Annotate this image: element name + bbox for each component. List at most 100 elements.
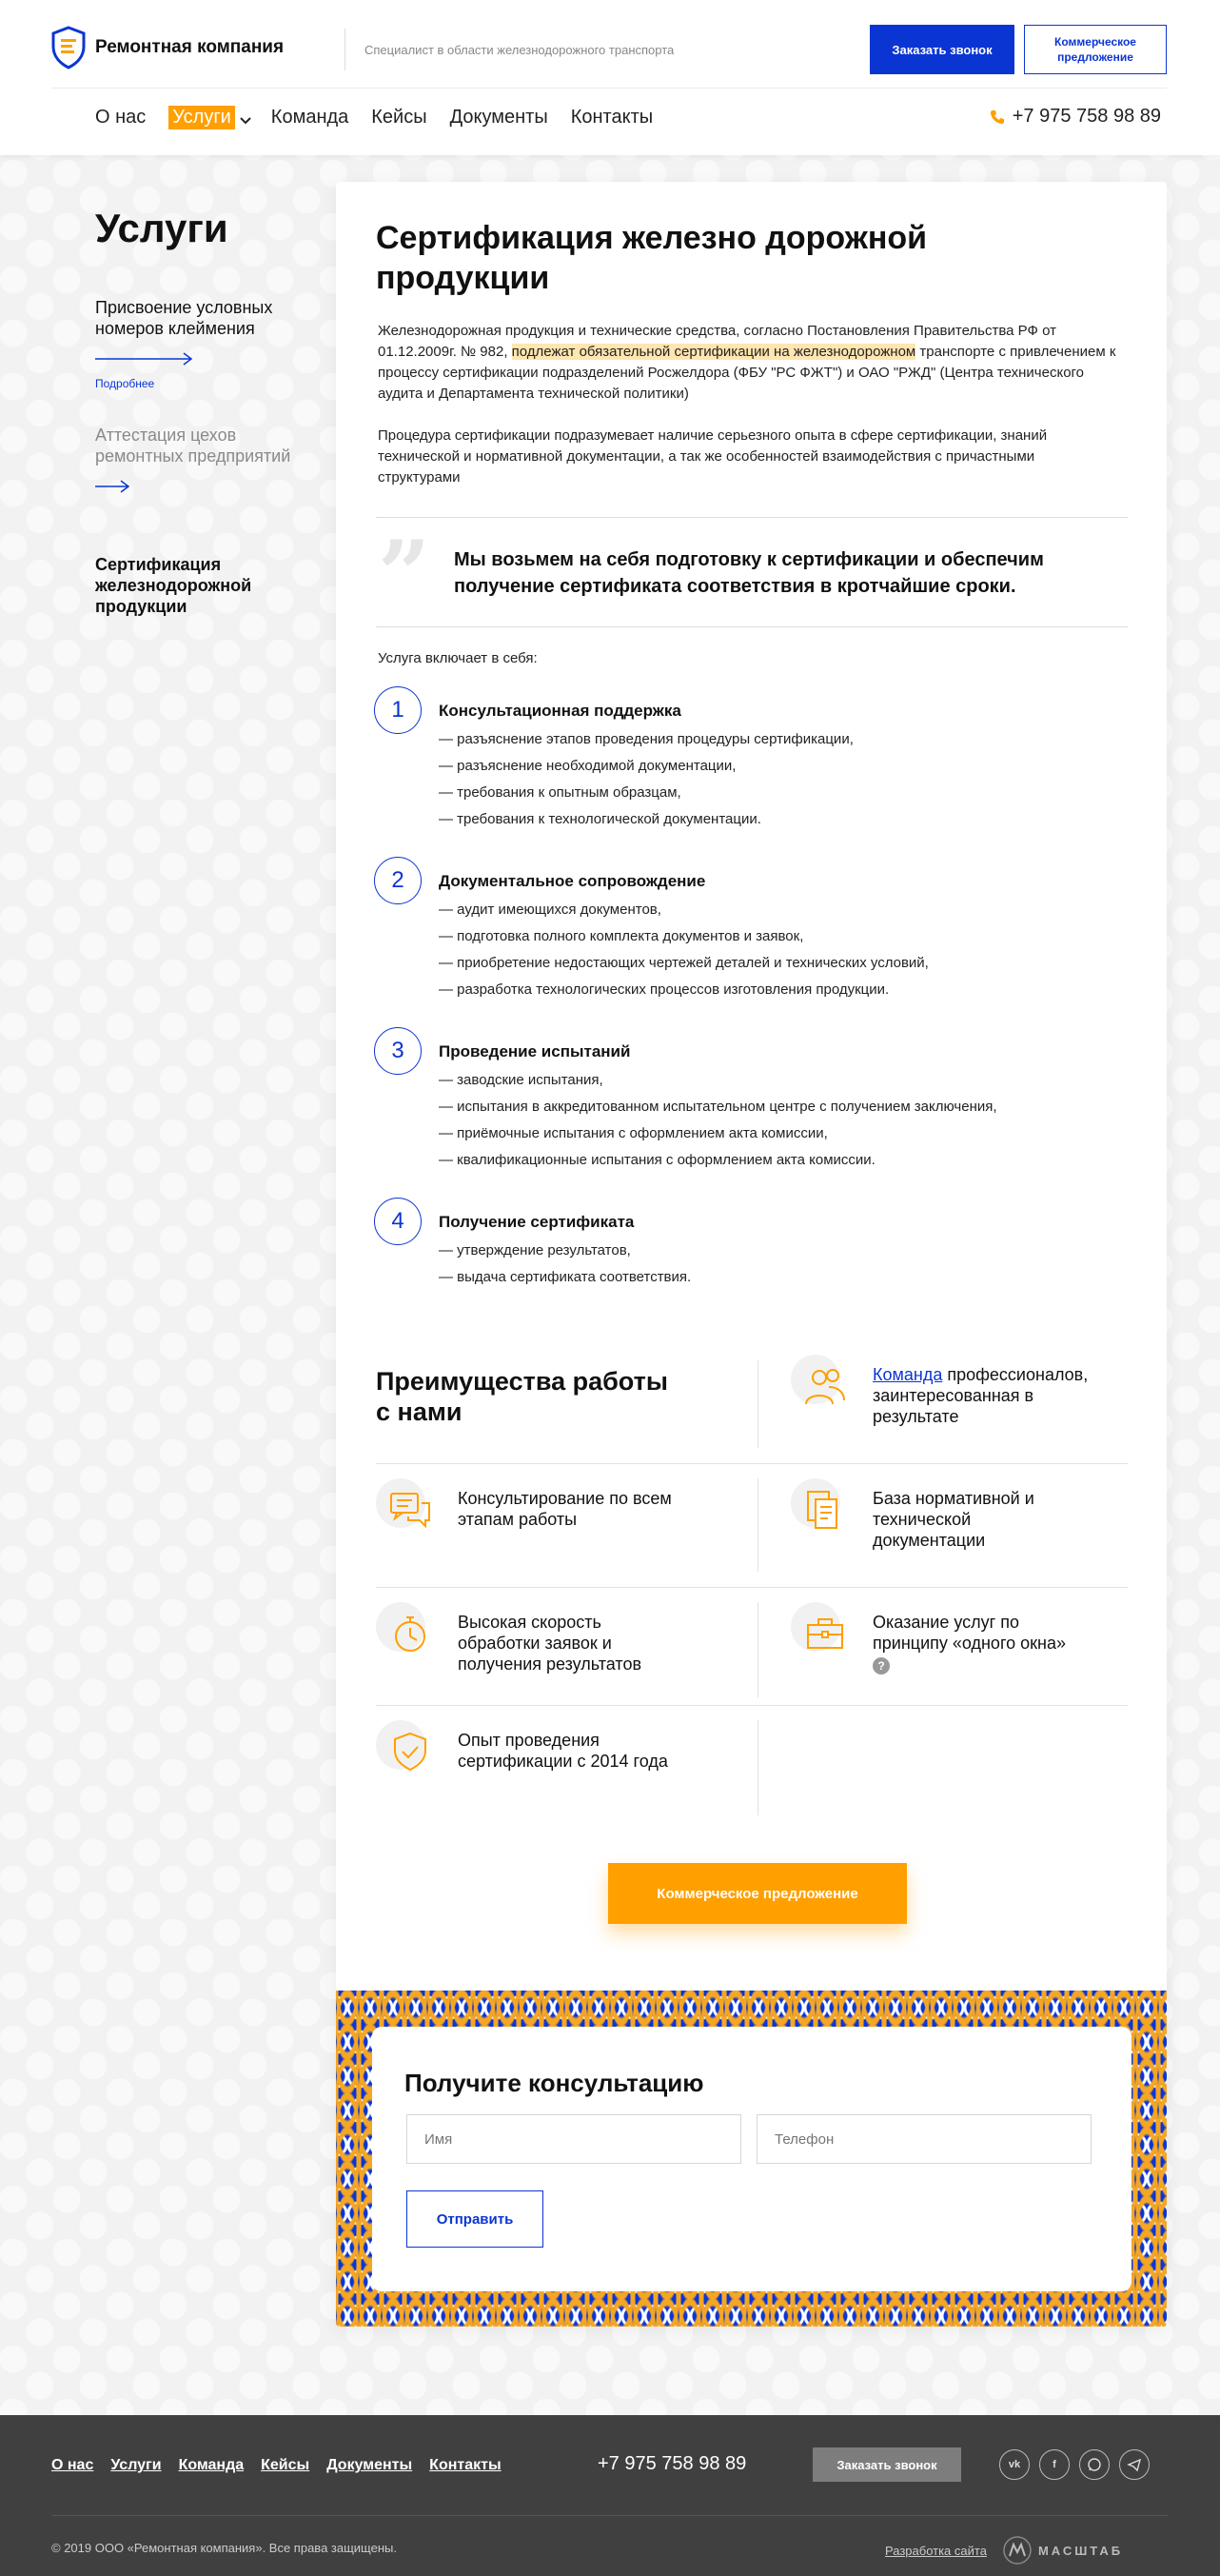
commercial-offer-cta[interactable]: Коммерческое предложение [608, 1863, 907, 1924]
advantage-experience: Опыт проведения сертификации с 2014 года [376, 1720, 686, 1791]
list-item: разъяснение необходимой документации, [439, 753, 854, 780]
list-item: заводские испытания, [439, 1067, 997, 1094]
advantage-text: Высокая скорость обработки заявок и полу… [458, 1613, 642, 1674]
advantage-text: Оказание услуг по принципу «одного окна»… [873, 1602, 1092, 1674]
arrow-right-icon [95, 352, 193, 366]
footer-nav-contacts[interactable]: Контакты [429, 2457, 501, 2474]
divider [376, 1463, 1128, 1464]
step-list: заводские испытания, испытания в аккреди… [439, 1067, 997, 1174]
footer-top: О нас Услуги Команда Кейсы Документы Кон… [51, 2415, 1169, 2516]
sidebar-item-label: Аттестация цехов ремонтных предприятий [95, 426, 291, 466]
sidebar-title: Услуги [95, 206, 228, 250]
nav-item-services[interactable]: Услуги [168, 106, 235, 129]
footer-nav: О нас Услуги Команда Кейсы Документы Кон… [51, 2457, 519, 2474]
nav-item-contacts[interactable]: Контакты [571, 107, 653, 129]
list-item: квалификационные испытания с оформлением… [439, 1147, 997, 1174]
more-link[interactable]: Подробнее [95, 373, 295, 394]
briefcase-icon [791, 1602, 861, 1673]
advantage-window: Оказание услуг по принципу «одного окна»… [791, 1602, 1092, 1674]
divider [376, 1705, 1128, 1706]
list-item: испытания в аккредитованном испытательно… [439, 1094, 996, 1120]
advantage-text: Опыт проведения сертификации с 2014 года [458, 1731, 668, 1771]
sidebar-item-certification[interactable]: Сертификация железнодорожной продукции [95, 554, 295, 617]
nav-item-documents[interactable]: Документы [450, 107, 548, 129]
advantage-speed: Высокая скорость обработки заявок и полу… [376, 1602, 677, 1674]
list-item: требования к опытным образцам, [439, 780, 854, 806]
advantages-title: Преимущества работы с нами [376, 1367, 668, 1426]
advantage-base: База нормативной и технической документа… [791, 1478, 1044, 1551]
team-link[interactable]: Команда [873, 1365, 942, 1384]
copyright: © 2019 ООО «Ремонтная компания». Все пра… [51, 2541, 397, 2555]
footer-nav-services[interactable]: Услуги [110, 2457, 161, 2474]
team-icon [791, 1355, 861, 1425]
step-title: Проведение испытаний [439, 1042, 631, 1060]
advantage-text: Консультирование по всем этапам работы [458, 1489, 672, 1529]
chat-icon [376, 1478, 446, 1549]
step-number: 4 [374, 1198, 422, 1245]
list-item: приобретение недостающих чертежей детале… [439, 950, 929, 977]
developer-logo-icon [1003, 2536, 1032, 2565]
quote-block: ” Мы возьмем на себя подготовку к сертиф… [376, 517, 1128, 627]
developer-credit: Разработка сайта МАСШТАБ [885, 2535, 1123, 2566]
consultation-form: Получите консультацию Отправить [372, 2027, 1131, 2291]
footer-nav-documents[interactable]: Документы [326, 2457, 412, 2474]
step-title: Получение сертификата [439, 1213, 635, 1231]
advantage-consult: Консультирование по всем этапам работы [376, 1478, 677, 1549]
logo[interactable]: Ремонтная компания [51, 26, 284, 69]
phone-icon [990, 109, 1004, 124]
footer-nav-about[interactable]: О нас [51, 2457, 93, 2474]
shield-check-icon [376, 1720, 446, 1791]
list-item: выдача сертификата соответствия. [439, 1264, 691, 1291]
advantage-text: База нормативной и технической документа… [873, 1489, 1034, 1550]
telegram-icon[interactable] [1119, 2449, 1150, 2480]
step-list: аудит имеющихся документов, подготовка п… [439, 897, 929, 1003]
header-divider [51, 88, 1167, 89]
facebook-icon[interactable]: f [1039, 2449, 1070, 2480]
intro-text-2: Процедура сертификации подразумевает нал… [378, 427, 1048, 485]
nav-item-about[interactable]: О нас [95, 107, 146, 129]
list-item: приёмочные испытания с оформлением акта … [439, 1120, 997, 1147]
shield-logo-icon [51, 26, 86, 69]
footer-phone[interactable]: +7 975 758 98 89 [598, 2453, 746, 2475]
footer-nav-cases[interactable]: Кейсы [261, 2457, 309, 2474]
sidebar-item-attestation[interactable]: Аттестация цехов ремонтных предприятий [95, 425, 295, 493]
header-phone[interactable]: +7 975 758 98 89 [990, 106, 1161, 128]
step-number: 3 [374, 1027, 422, 1075]
question-icon[interactable]: ? [873, 1657, 890, 1674]
vk-icon[interactable]: vk [999, 2449, 1030, 2480]
social-links: vk f [999, 2449, 1159, 2480]
whatsapp-icon[interactable] [1079, 2449, 1110, 2480]
main-nav: О нас Услуги Команда Кейсы Документы Кон… [95, 106, 676, 129]
developer-logo-text: МАСШТАБ [1037, 2543, 1124, 2558]
step-list: утверждение результатов, выдача сертифик… [439, 1238, 691, 1291]
step-number: 1 [374, 686, 422, 734]
list-item: разъяснение этапов проведения процедуры … [439, 726, 854, 753]
list-item: требования к технологической документаци… [439, 806, 854, 833]
nav-item-cases[interactable]: Кейсы [371, 107, 426, 129]
list-item: утверждение результатов, [439, 1238, 691, 1264]
stopwatch-icon [376, 1602, 446, 1673]
developer-link[interactable]: Разработка сайта [885, 2544, 987, 2558]
content-card: Сертификация железно дорожной продукции … [336, 182, 1167, 2327]
submit-button[interactable]: Отправить [406, 2190, 543, 2248]
intro-highlight: подлежат обязательной сертификации на же… [511, 344, 916, 360]
order-call-button[interactable]: Заказать звонок [870, 25, 1014, 74]
name-input[interactable] [406, 2114, 741, 2164]
phone-input[interactable] [757, 2114, 1092, 2164]
intro-text: Железнодорожная продукция и технические … [378, 321, 1120, 405]
site-footer: О нас Услуги Команда Кейсы Документы Кон… [0, 2415, 1220, 2576]
nav-item-team[interactable]: Команда [271, 107, 348, 129]
commercial-offer-button[interactable]: Коммерческое предложение [1024, 25, 1167, 74]
footer-call-button[interactable]: Заказать звонок [813, 2447, 961, 2482]
chevron-down-icon[interactable] [239, 111, 252, 125]
form-title: Получите консультацию [404, 2069, 704, 2097]
quote-text: Мы возьмем на себя подготовку к сертифик… [454, 549, 1044, 597]
list-item: разработка технологических процессов изг… [439, 977, 929, 1003]
footer-nav-team[interactable]: Команда [179, 2457, 245, 2474]
sidebar-item-numbers[interactable]: Присвоение условных номеров клеймения По… [95, 297, 295, 394]
window-text: Оказание услуг по принципу «одного окна» [873, 1613, 1066, 1653]
tagline: Специалист в области железнодорожного тр… [344, 29, 674, 70]
developer-logo[interactable]: МАСШТАБ [1002, 2535, 1123, 2566]
advantage-text: Команда профессионалов, заинтересованная… [873, 1355, 1111, 1427]
step-list: разъяснение этапов проведения процедуры … [439, 726, 854, 833]
